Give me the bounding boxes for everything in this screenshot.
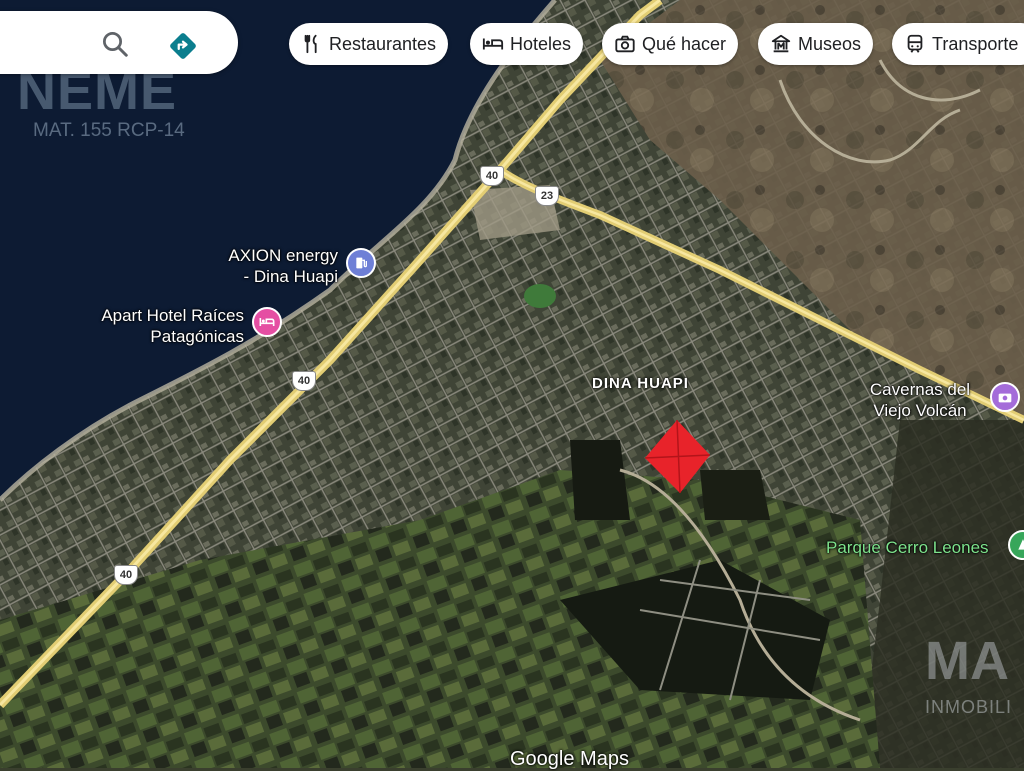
chip-transporte[interactable]: Transporte [892, 23, 1024, 65]
poi-parque-label[interactable]: Parque Cerro Leones [826, 537, 1006, 558]
poi-cavernas-label[interactable]: Cavernas del Viejo Volcán [860, 379, 980, 421]
bed-icon [259, 318, 275, 326]
chip-label: Museos [798, 33, 862, 54]
satellite-map[interactable]: NEME MAT. 155 RCP-14 MA INMOBILI Restaur… [0, 0, 1024, 770]
chip-label: Qué hacer [642, 33, 727, 54]
poi-name-line: Patagónicas [150, 327, 244, 346]
search-icon[interactable] [100, 29, 130, 59]
route-40-shield: 40 [114, 565, 138, 585]
poi-name-line: Viejo Volcán [873, 401, 967, 420]
museum-icon [771, 34, 791, 53]
watermark2-subtitle: INMOBILI [925, 697, 1013, 717]
attraction-pin[interactable] [990, 382, 1020, 412]
fuel-icon [356, 257, 367, 269]
chip-restaurantes[interactable]: Restaurantes [289, 23, 449, 65]
poi-name-line: Apart Hotel Raíces [101, 306, 244, 325]
chip-que-hacer[interactable]: Qué hacer [602, 23, 739, 65]
fork-knife-icon [304, 34, 317, 54]
train-icon [907, 34, 923, 53]
poi-axion-label[interactable]: AXION energy - Dina Huapi [200, 245, 338, 287]
chip-hoteles[interactable]: Hoteles [470, 23, 584, 65]
route-23-shield: 23 [535, 186, 559, 206]
route-40-shield: 40 [292, 371, 316, 391]
chip-label: Transporte [932, 33, 1019, 54]
chip-label: Hoteles [510, 33, 572, 54]
chip-museos[interactable]: Museos [758, 23, 874, 65]
chip-label: Restaurantes [329, 33, 437, 54]
route-40-shield: 40 [480, 166, 504, 186]
park-icon [1018, 539, 1024, 550]
poi-name-line: Cavernas del [869, 380, 971, 399]
watermark-subtitle: MAT. 155 RCP-14 [33, 120, 185, 141]
search-box[interactable] [0, 11, 238, 74]
poi-name-line: - Dina Huapi [243, 267, 339, 286]
bed-icon [482, 38, 504, 50]
poi-name-line: AXION energy [228, 246, 338, 265]
camera-icon [615, 35, 635, 53]
camera-icon [998, 393, 1012, 403]
directions-icon[interactable] [166, 29, 200, 63]
watermark2-title: MA [925, 631, 1009, 691]
fuel-pin[interactable] [346, 248, 376, 278]
hotel-pin[interactable] [252, 307, 282, 337]
area-label-dina-huapi: DINA HUAPI [592, 375, 689, 392]
poi-hotel-label[interactable]: Apart Hotel Raíces Patagónicas [60, 305, 244, 347]
